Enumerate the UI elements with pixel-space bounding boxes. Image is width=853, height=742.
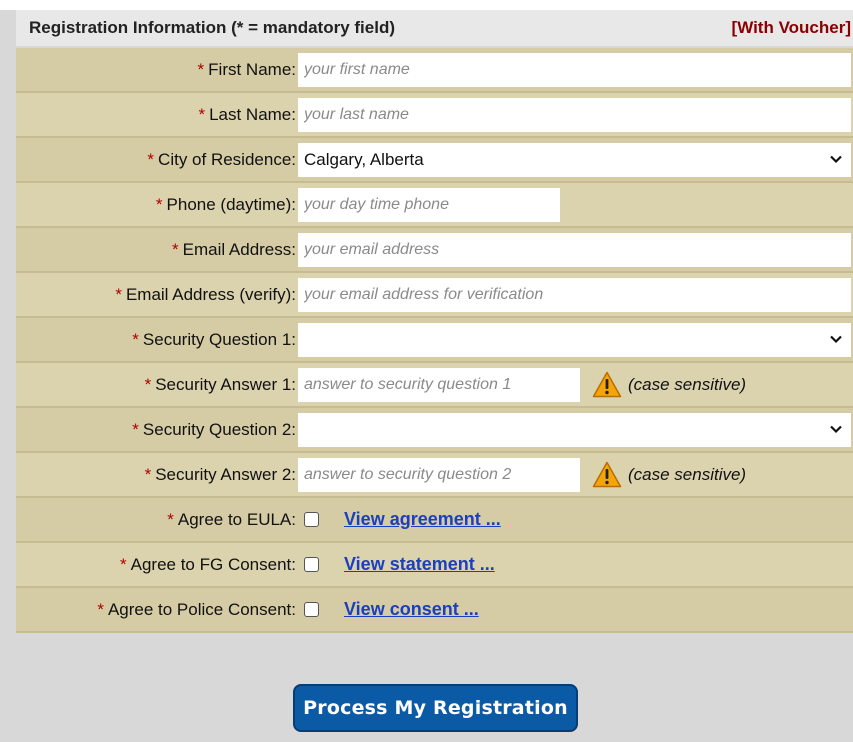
required-mark: * (115, 284, 122, 304)
required-mark: * (197, 59, 205, 79)
warning-icon (592, 461, 622, 488)
fg-consent-label: * Agree to FG Consent: (16, 555, 298, 575)
phone-label-text: Phone (daytime): (166, 194, 296, 214)
top-strip (0, 0, 853, 10)
row-city: * City of Residence: Calgary, Alberta (16, 138, 853, 183)
row-last-name: * Last Name: (16, 93, 853, 138)
required-mark: * (155, 194, 163, 214)
required-mark: * (132, 419, 139, 439)
chevron-down-icon (830, 155, 842, 163)
row-security-answer-1: *Security Answer 1: (case sensitive) (16, 363, 853, 408)
row-security-answer-2: *Security Answer 2: (case sensitive) (16, 453, 853, 498)
case-sensitive-note: (case sensitive) (628, 464, 747, 484)
security-answer-1-label-text: Security Answer 1: (155, 374, 296, 394)
city-label: * City of Residence: (16, 150, 298, 170)
row-email: * Email Address: (16, 228, 853, 273)
submit-area: Process My Registration (0, 666, 853, 742)
last-name-label: * Last Name: (16, 105, 298, 125)
email-input[interactable] (298, 232, 851, 267)
email-verify-label: * Email Address (verify): (16, 285, 298, 305)
police-consent-label: * Agree to Police Consent: (16, 600, 298, 620)
last-name-input[interactable] (298, 97, 851, 132)
required-mark: * (198, 104, 206, 124)
first-name-input[interactable] (298, 52, 851, 87)
eula-label: * Agree to EULA: (16, 510, 298, 530)
form-header: Registration Information (* = mandatory … (16, 10, 853, 46)
last-name-label-text: Last Name: (209, 104, 296, 124)
row-first-name: * First Name: (16, 48, 853, 93)
fg-consent-label-text: Agree to FG Consent: (130, 554, 296, 574)
security-question-1-label-text: Security Question 1: (142, 329, 296, 349)
security-answer-2-label: * Security Answer 2: (16, 465, 298, 485)
police-consent-label-text: Agree to Police Consent: (107, 599, 296, 619)
row-security-question-2: * Security Question 2: (16, 408, 853, 453)
eula-checkbox[interactable] (304, 512, 319, 527)
email-verify-input[interactable] (298, 277, 851, 312)
chevron-down-icon (830, 425, 842, 433)
row-phone: * Phone (daytime): (16, 183, 853, 228)
first-name-label-text: First Name: (208, 59, 296, 79)
required-mark: * (167, 509, 174, 529)
security-question-2-select[interactable] (298, 412, 851, 447)
row-security-question-1: * Security Question 1: (16, 318, 853, 363)
email-label: * Email Address: (16, 240, 298, 260)
view-statement-link[interactable]: View statement ... (344, 554, 495, 575)
view-consent-link[interactable]: View consent ... (344, 599, 479, 620)
required-mark: * (171, 239, 179, 259)
city-label-text: City of Residence: (158, 149, 296, 169)
required-mark: * (120, 554, 127, 574)
process-registration-button[interactable]: Process My Registration (293, 684, 578, 732)
security-question-2-label: * Security Question 2: (16, 420, 298, 440)
row-police-consent: * Agree to Police Consent: View consent .… (16, 588, 853, 633)
phone-label: * Phone (daytime): (16, 195, 298, 215)
row-email-verify: * Email Address (verify): (16, 273, 853, 318)
security-answer-2-input[interactable] (298, 457, 580, 492)
form-rows: *First Name: *Last Name: *City of Reside… (16, 48, 853, 633)
chevron-down-icon (830, 335, 842, 343)
voucher-badge: [With Voucher] (731, 18, 851, 37)
case-sensitive-note: (case sensitive) (628, 374, 747, 394)
registration-panel: Registration Information (* = mandatory … (0, 0, 853, 742)
fg-consent-checkbox[interactable] (304, 557, 319, 572)
row-eula: * Agree to EULA: View agreement ... (16, 498, 853, 543)
city-select-value: Calgary, Alberta (304, 149, 424, 169)
eula-label-text: Agree to EULA: (177, 509, 296, 529)
row-fg-consent: * Agree to FG Consent: View statement ... (16, 543, 853, 588)
first-name-label: * First Name: (16, 60, 298, 80)
city-select[interactable]: Calgary, Alberta (298, 142, 851, 177)
email-label-text: Email Address: (182, 239, 296, 259)
form-title: Registration Information (* = mandatory … (29, 18, 396, 37)
required-mark: * (144, 464, 152, 484)
security-answer-2-label-text: Security Answer 2: (155, 464, 296, 484)
security-answer-1-label: * Security Answer 1: (16, 375, 298, 395)
security-question-1-select[interactable] (298, 322, 851, 357)
view-agreement-link[interactable]: View agreement ... (344, 509, 501, 530)
security-question-1-label: * Security Question 1: (16, 330, 298, 350)
security-question-2-label-text: Security Question 2: (142, 419, 296, 439)
email-verify-label-text: Email Address (verify): (125, 284, 296, 304)
warning-icon (592, 371, 622, 398)
required-mark: * (147, 149, 155, 169)
security-answer-1-input[interactable] (298, 367, 580, 402)
required-mark: * (132, 329, 139, 349)
phone-input[interactable] (298, 187, 560, 222)
required-mark: * (144, 374, 152, 394)
police-consent-checkbox[interactable] (304, 602, 319, 617)
required-mark: * (97, 599, 104, 619)
